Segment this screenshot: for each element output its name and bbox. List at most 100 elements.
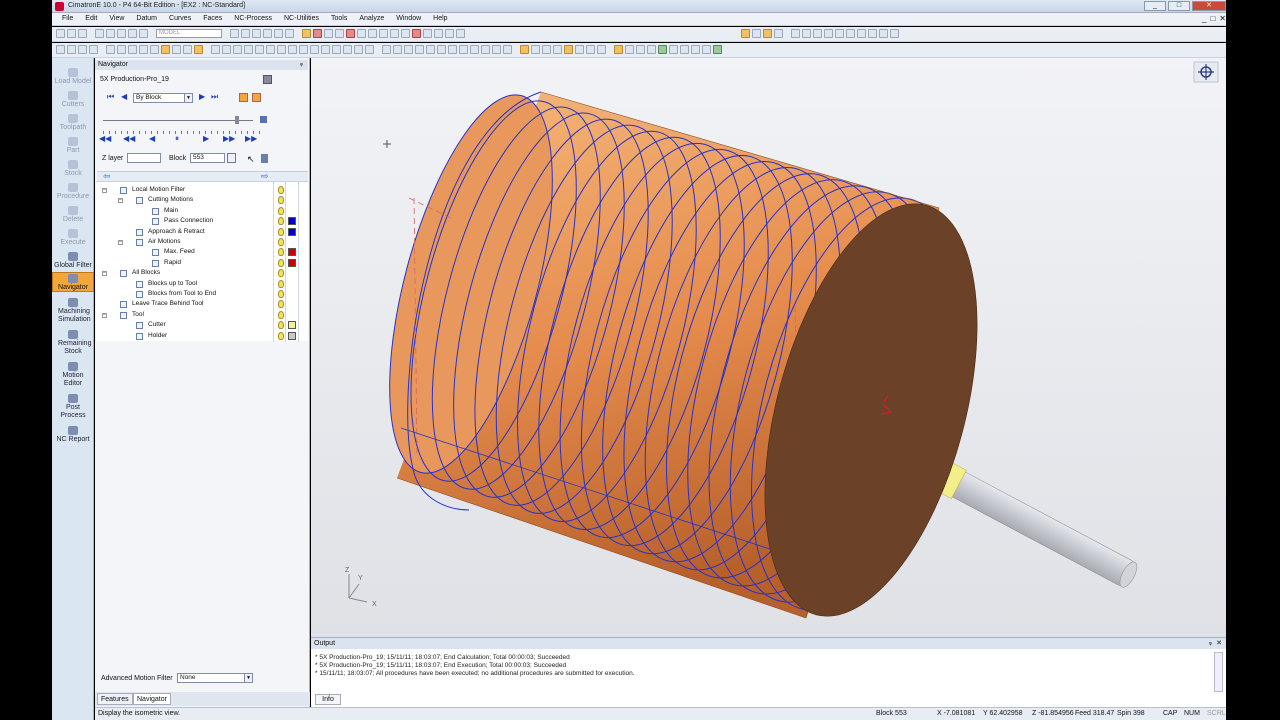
sidebar-item-toolpath[interactable]: Toolpath (52, 114, 94, 131)
top-view-icon[interactable] (379, 29, 388, 38)
menu-nc-process[interactable]: NC-Process (228, 15, 278, 22)
copy-icon[interactable] (106, 29, 115, 38)
deviation-icon[interactable] (343, 45, 352, 54)
render-icon[interactable] (313, 29, 322, 38)
tree-item[interactable]: Blocks up to Tool (96, 279, 308, 289)
gear-icon[interactable] (835, 29, 844, 38)
tree-item[interactable]: Leave Trace Behind Tool (96, 299, 308, 309)
sidebar-item-navigator[interactable]: Navigator (52, 272, 94, 292)
light-icon[interactable] (791, 29, 800, 38)
collapse-toggle[interactable]: − (102, 188, 107, 193)
menu-tools[interactable]: Tools (325, 15, 353, 22)
mirror-icon[interactable] (233, 45, 242, 54)
reverse-step-icon[interactable]: ◀ (149, 135, 157, 143)
zoom-icon[interactable] (263, 29, 272, 38)
project-icon[interactable] (470, 45, 479, 54)
point-icon[interactable] (106, 45, 115, 54)
reverse-icon[interactable]: ◀◀ (123, 135, 135, 143)
menu-file[interactable]: File (56, 15, 79, 22)
new-file-icon[interactable] (56, 29, 65, 38)
collapse-toggle[interactable]: − (102, 271, 107, 277)
open-file-icon[interactable] (67, 29, 76, 38)
tab-navigator[interactable]: Navigator (133, 693, 171, 705)
play-icon[interactable]: ▶ (203, 135, 211, 143)
color-swatch[interactable] (288, 331, 296, 340)
list-icon[interactable] (266, 45, 275, 54)
arc-icon[interactable] (128, 45, 137, 54)
color-swatch[interactable] (288, 248, 296, 257)
procedure-icon[interactable] (647, 45, 656, 54)
visibility-bulb-icon[interactable] (278, 310, 284, 319)
menu-analyze[interactable]: Analyze (353, 15, 390, 22)
plane-icon[interactable] (575, 45, 584, 54)
block-field[interactable]: 553 (190, 153, 225, 163)
snap-icon[interactable] (564, 45, 573, 54)
visibility-bulb-icon[interactable] (278, 217, 284, 226)
distance-icon[interactable] (299, 45, 308, 54)
pan-icon[interactable] (252, 29, 261, 38)
line-icon[interactable] (117, 45, 126, 54)
visibility-bulb-icon[interactable] (278, 269, 284, 278)
compare-icon[interactable] (332, 45, 341, 54)
model-view[interactable]: Z Y X (311, 58, 1226, 637)
post-icon[interactable] (669, 45, 678, 54)
close-button[interactable]: ✕ (1192, 1, 1226, 11)
tree-item[interactable]: Holder (96, 331, 308, 341)
wire-icon[interactable] (520, 45, 529, 54)
sidebar-item-nc-report[interactable]: NC Report (52, 426, 94, 443)
fast-forward-icon[interactable]: ▶▶ (245, 135, 259, 143)
move-icon[interactable] (211, 45, 220, 54)
circle-icon[interactable] (139, 45, 148, 54)
options-icon[interactable] (879, 29, 888, 38)
part-icon[interactable] (636, 45, 645, 54)
tab-info[interactable]: Info (315, 694, 341, 705)
sidebar-item-motion-editor[interactable]: Motion Editor (52, 362, 94, 388)
tool-icon[interactable] (824, 29, 833, 38)
pick-icon[interactable] (230, 29, 239, 38)
nc-sim-icon[interactable] (774, 29, 783, 38)
sidebar-item-delete[interactable]: Delete (52, 206, 94, 223)
simulate-icon[interactable] (691, 45, 700, 54)
offset-icon[interactable] (437, 45, 446, 54)
output-scrollbar[interactable] (1214, 652, 1223, 692)
minimize-button[interactable]: _ (1144, 1, 1166, 11)
menu-nc-utilities[interactable]: NC-Utilities (278, 15, 325, 22)
pointer-icon[interactable]: ↖ (247, 154, 255, 165)
view-icon[interactable] (357, 29, 366, 38)
color-swatch[interactable] (288, 227, 296, 236)
nc-tree-icon[interactable] (752, 29, 761, 38)
menu-edit[interactable]: Edit (79, 15, 103, 22)
trim-icon[interactable] (393, 45, 402, 54)
mdi-close-button[interactable]: ✕ (1219, 14, 1226, 23)
blend-icon[interactable] (194, 45, 203, 54)
layer-icon[interactable] (423, 29, 432, 38)
extrude-icon[interactable] (172, 45, 181, 54)
measure-icon[interactable] (813, 29, 822, 38)
curve-tool-icon[interactable] (382, 45, 391, 54)
tree-item[interactable]: Pass Connection (96, 216, 308, 226)
tree-item[interactable]: Max. Feed (96, 247, 308, 257)
fast-reverse-icon[interactable]: ◀◀ (99, 135, 113, 143)
graphics-viewport[interactable]: Z Y X (311, 58, 1226, 637)
zoom-window-icon[interactable] (274, 29, 283, 38)
output-pin-icon[interactable]: ᵩ (1209, 639, 1212, 646)
previous-icon[interactable]: ◀ (121, 93, 129, 101)
procedure-settings-icon[interactable] (263, 75, 272, 84)
sidebar-item-execute[interactable]: Execute (52, 229, 94, 246)
menu-help[interactable]: Help (427, 15, 453, 22)
position-slider-thumb[interactable] (235, 116, 239, 124)
sidebar-item-machining-simulation[interactable]: Machining Simulation (52, 298, 94, 324)
tree-item[interactable]: Approach & Retract (96, 227, 308, 237)
tree-item[interactable]: − Air Motions (96, 237, 308, 247)
tree-item[interactable]: Rapid (96, 258, 308, 268)
sidebar-item-procedure[interactable]: Procedure (52, 183, 94, 200)
tree-item[interactable]: Cutter (96, 320, 308, 330)
sidebar-item-global-filter[interactable]: Global Filter (52, 252, 94, 269)
join-icon[interactable] (426, 45, 435, 54)
visibility-bulb-icon[interactable] (278, 206, 284, 215)
sidebar-item-remaining-stock[interactable]: Remaining Stock (52, 330, 94, 356)
approve-icon[interactable] (713, 45, 722, 54)
split-icon[interactable] (415, 45, 424, 54)
sidebar-item-part[interactable]: Part (52, 137, 94, 154)
menu-window[interactable]: Window (390, 15, 427, 22)
